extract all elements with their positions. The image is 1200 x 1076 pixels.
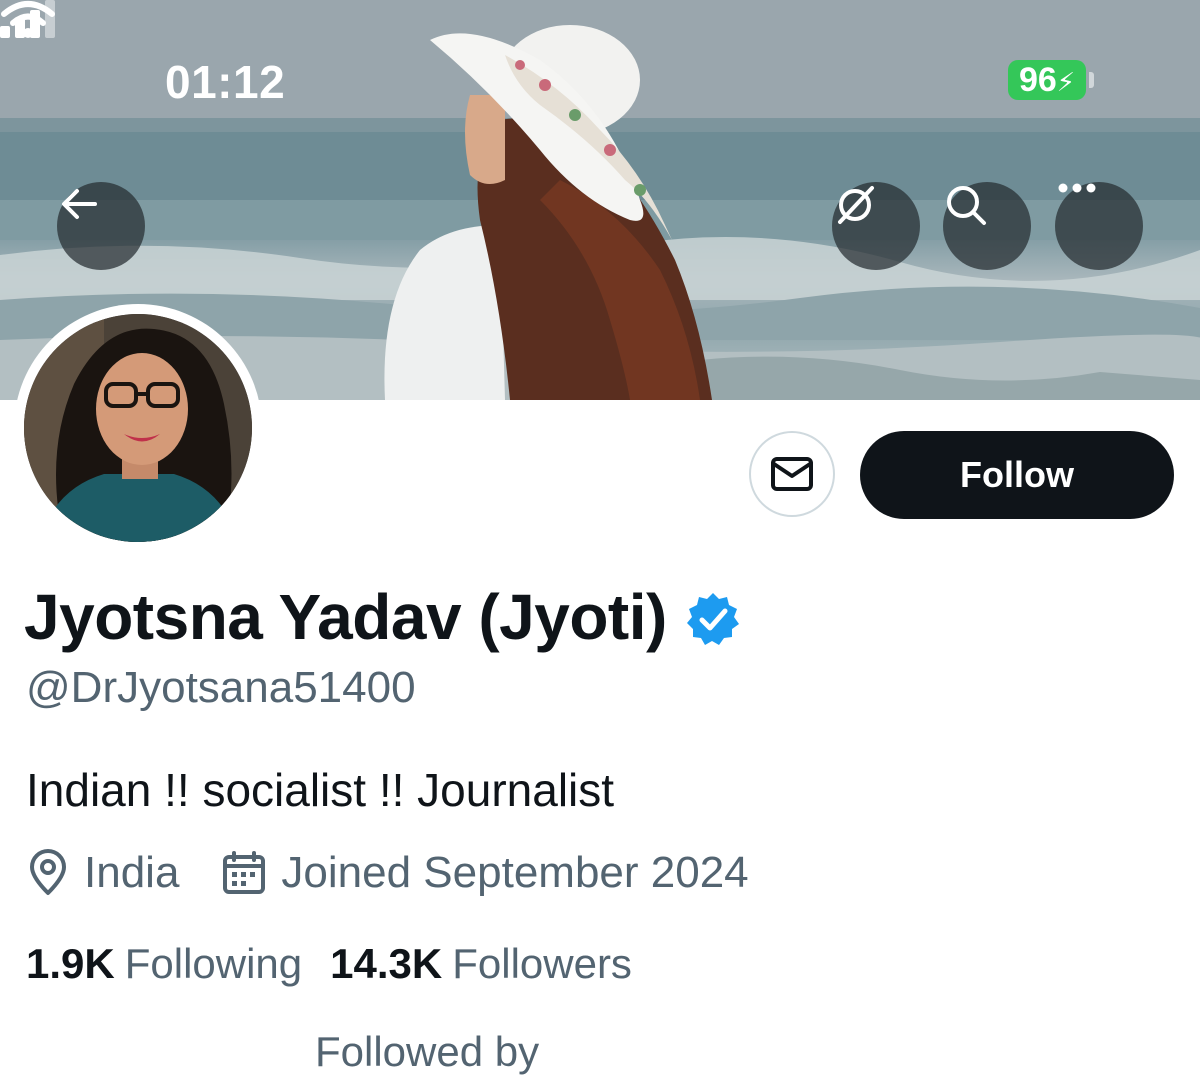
battery-indicator: 96⚡	[1008, 60, 1086, 100]
followers-count: 14.3K	[330, 940, 443, 987]
grok-button[interactable]	[832, 182, 920, 270]
followed-by-text[interactable]: Followed by	[315, 1028, 539, 1076]
more-horizontal-icon	[1058, 183, 1096, 193]
follow-button[interactable]: Follow	[860, 431, 1174, 519]
joined-item: Joined September 2024	[221, 848, 749, 898]
grok-icon	[838, 186, 874, 224]
envelope-icon	[771, 457, 813, 491]
avatar-photo	[24, 314, 252, 542]
calendar-icon	[223, 851, 266, 894]
verified-badge-icon[interactable]	[685, 591, 741, 647]
profile-meta: India Joined September 2024	[26, 848, 749, 898]
location-text: India	[84, 848, 180, 897]
back-button[interactable]	[57, 182, 145, 270]
profile-avatar[interactable]	[14, 304, 262, 552]
search-icon	[947, 186, 986, 225]
location-item: India	[26, 848, 179, 898]
battery-cap	[1089, 72, 1094, 88]
name-row: Jyotsna Yadav (Jyoti)	[24, 580, 741, 654]
message-button[interactable]	[749, 431, 835, 517]
following-count: 1.9K	[26, 940, 115, 987]
bio: Indian !! socialist !! Journalist	[26, 764, 615, 816]
following-label: Following	[124, 940, 303, 987]
arrow-left-icon	[62, 189, 97, 219]
battery-level: 96	[1018, 61, 1057, 99]
location-pin-icon	[30, 849, 66, 895]
following-link[interactable]: 1.9K Following	[26, 940, 302, 988]
display-name: Jyotsna Yadav (Jyoti)	[24, 581, 667, 653]
followers-label: Followers	[452, 940, 632, 987]
follow-stats: 1.9K Following 14.3K Followers	[26, 940, 632, 988]
handle: @DrJyotsana51400	[26, 663, 416, 712]
search-button[interactable]	[943, 182, 1031, 270]
more-options-button[interactable]	[1055, 182, 1143, 270]
charging-bolt-icon: ⚡	[1056, 67, 1076, 97]
wifi-icon	[1, 1, 55, 38]
joined-text: Joined September 2024	[281, 848, 749, 897]
status-time: 01:12	[165, 56, 286, 108]
followers-link[interactable]: 14.3K Followers	[330, 940, 632, 988]
